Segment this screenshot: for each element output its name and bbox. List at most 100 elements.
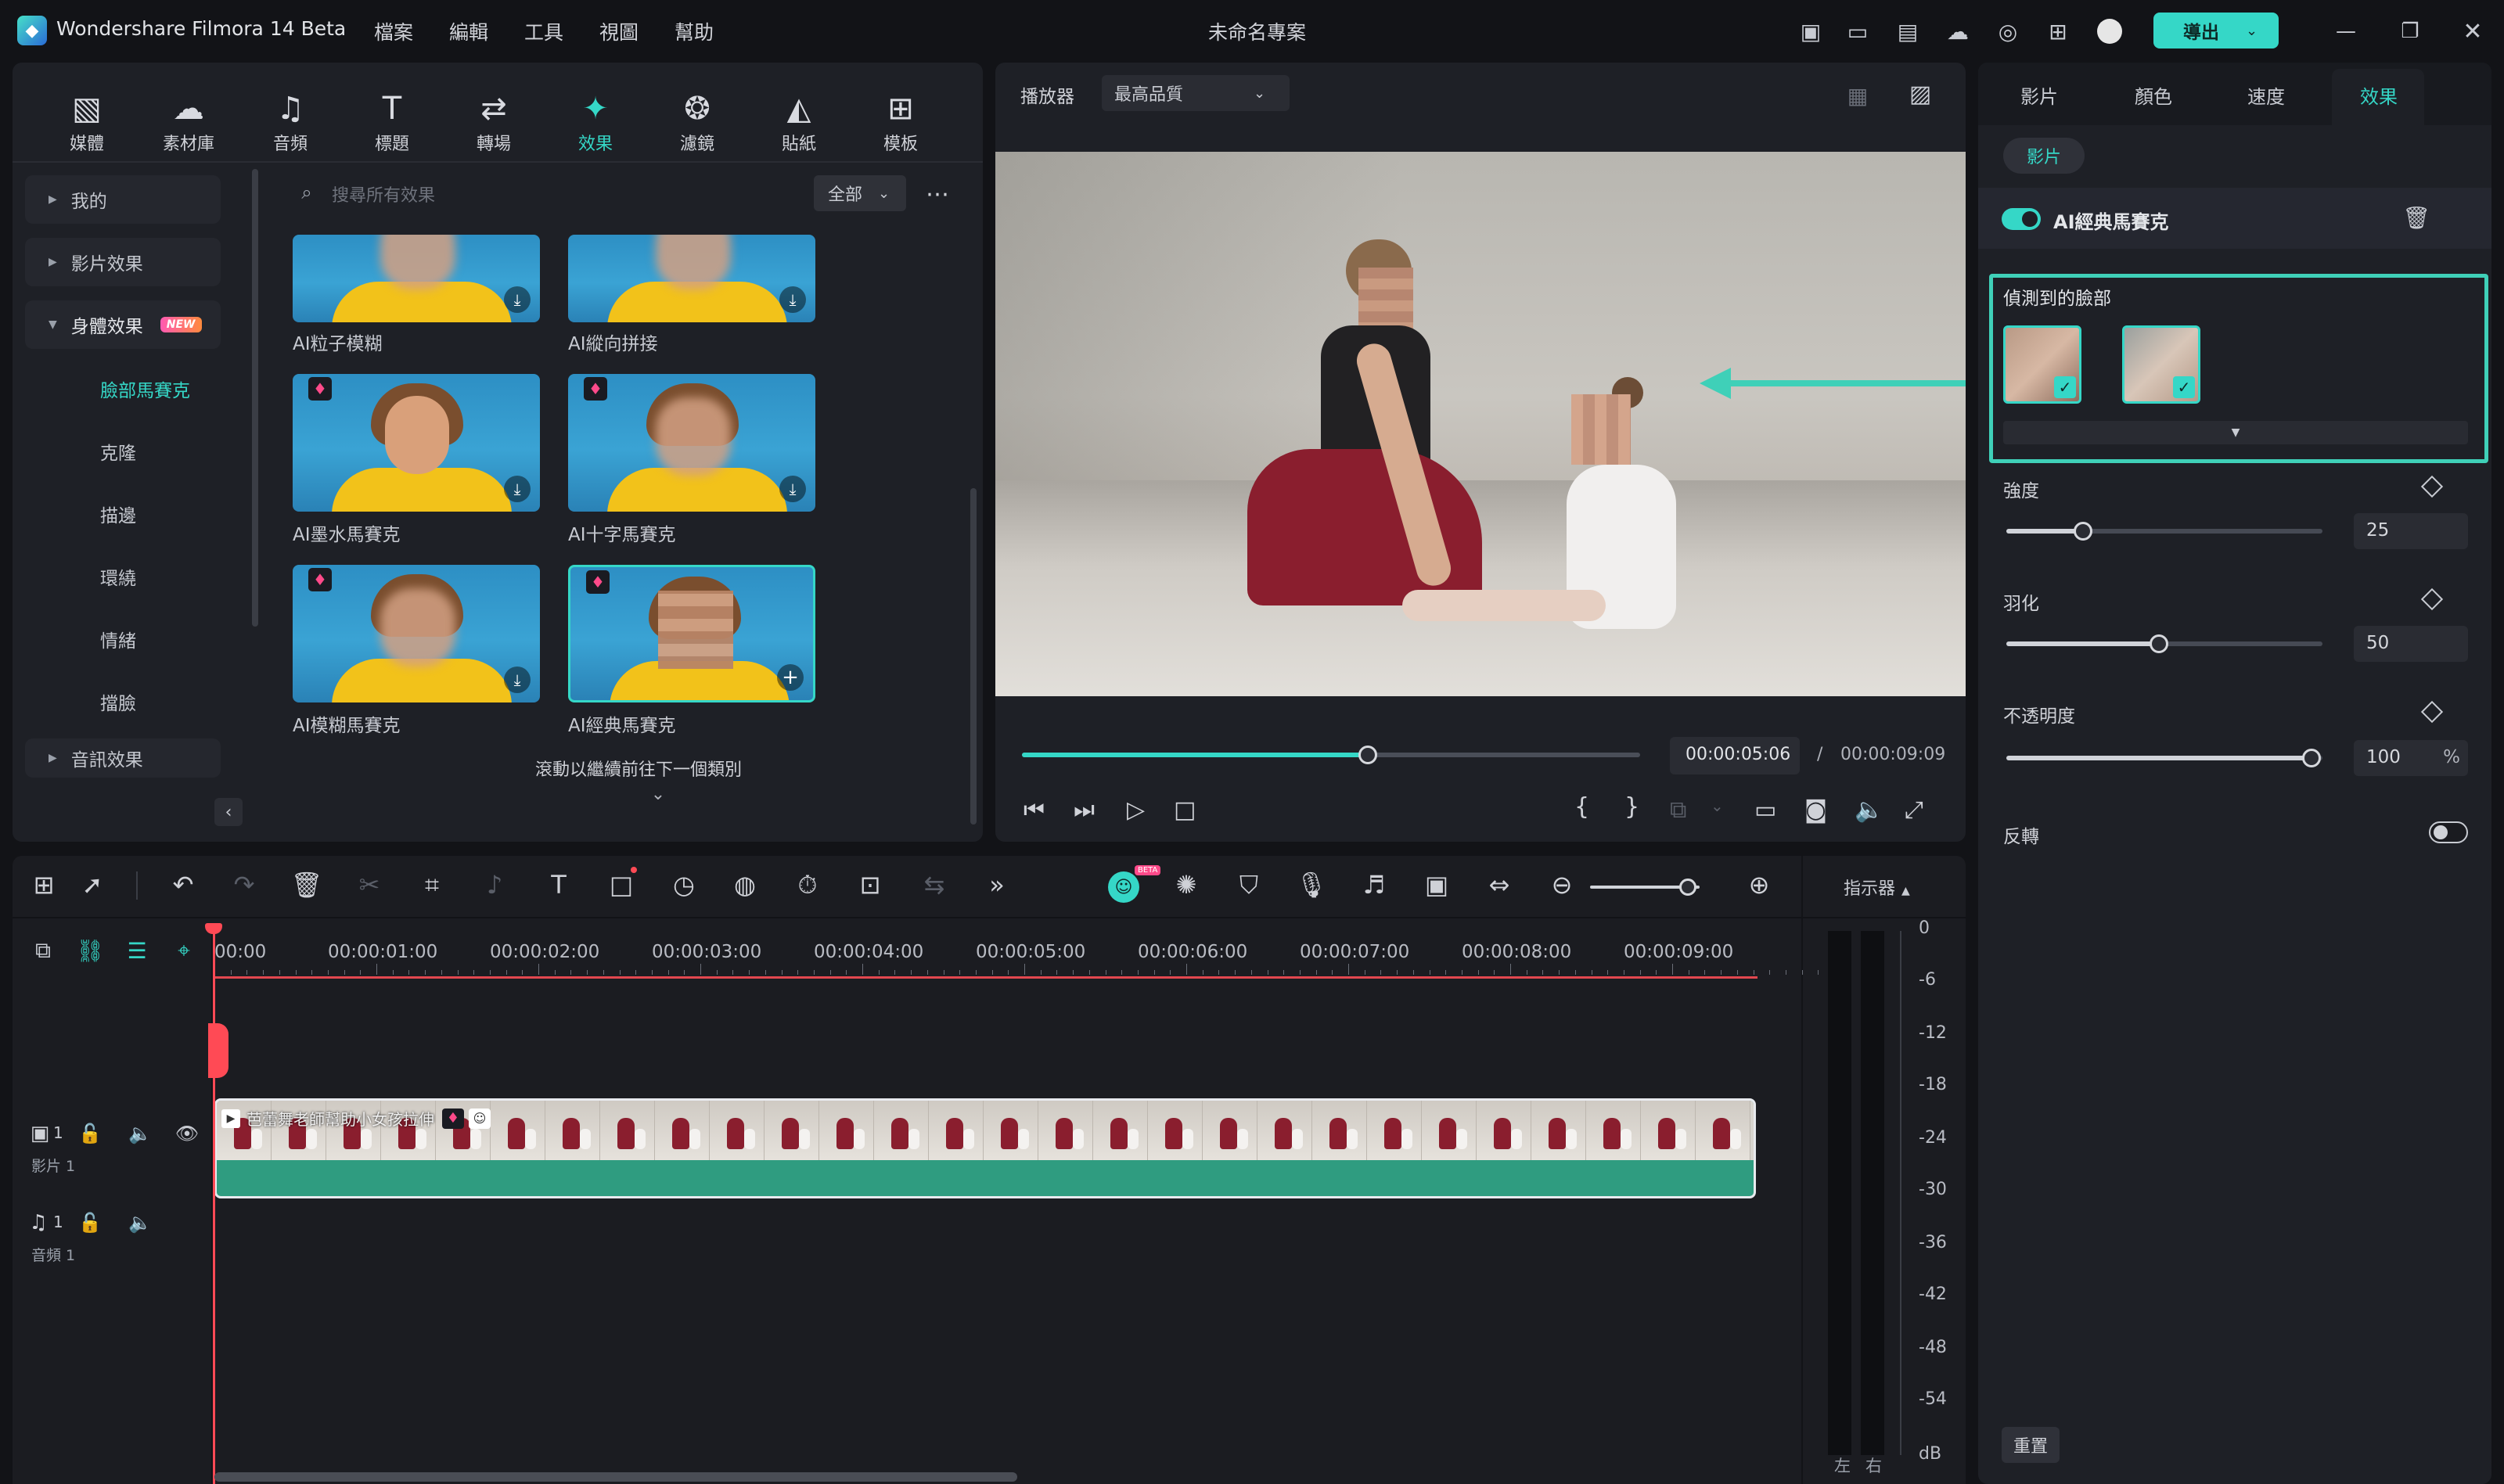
filter-dropdown[interactable]: 全部 ⌄ bbox=[814, 175, 906, 211]
mute-icon[interactable]: 🔈 bbox=[127, 1209, 153, 1236]
tool-audio[interactable]: ♫ 音頻 bbox=[247, 88, 333, 155]
insert-icon[interactable]: ⧉ bbox=[1670, 796, 1686, 824]
effect-toggle[interactable] bbox=[2002, 208, 2041, 230]
tool-media[interactable]: ▧ 媒體 bbox=[44, 88, 130, 155]
track-manager-icon[interactable]: ☰ bbox=[122, 936, 152, 965]
sidebar-item-mine[interactable]: ▶ 我的 bbox=[25, 175, 221, 224]
tool-sticker[interactable]: ◭ 貼紙 bbox=[756, 88, 842, 155]
grid-view-icon[interactable]: ▦ bbox=[1842, 80, 1873, 111]
chevron-double-down-icon[interactable]: ⌄ bbox=[646, 782, 670, 806]
tab-color[interactable]: 顏色 bbox=[2135, 81, 2172, 109]
shape-icon[interactable]: □ bbox=[604, 870, 639, 900]
media-task-icon[interactable]: ▣ bbox=[1797, 17, 1825, 45]
prev-frame-icon[interactable]: ⏮ bbox=[1024, 796, 1045, 824]
save-icon[interactable]: ▤ bbox=[1894, 17, 1922, 45]
timer-icon[interactable]: ⏱ bbox=[790, 870, 825, 900]
effects-scrollbar[interactable] bbox=[970, 488, 977, 825]
timeline-scrollbar[interactable] bbox=[214, 1472, 1017, 1482]
export-button[interactable]: 導出 ⌄ bbox=[2153, 13, 2279, 49]
fullscreen-icon[interactable]: ⤢ bbox=[1905, 796, 1923, 824]
replace-icon[interactable]: ⇔ bbox=[1482, 870, 1516, 900]
menu-help[interactable]: 幫助 bbox=[675, 17, 714, 45]
download-icon[interactable]: ⤓ bbox=[779, 286, 806, 313]
restore-icon[interactable]: ❐ bbox=[2396, 17, 2424, 45]
sidebar-subitem-face-mosaic[interactable]: 臉部馬賽克 bbox=[100, 375, 190, 402]
reset-button[interactable]: 重置 bbox=[2002, 1427, 2060, 1463]
text-icon[interactable]: T bbox=[541, 870, 576, 900]
indicator-dropdown[interactable]: 指示器 ▲ bbox=[1844, 875, 1910, 900]
sidebar-subitem-face-block[interactable]: 擋臉 bbox=[100, 688, 136, 715]
opacity-slider-handle[interactable] bbox=[2302, 749, 2321, 767]
tool-stock-library[interactable]: ☁ 素材庫 bbox=[146, 88, 232, 155]
sidebar-subitem-surround[interactable]: 環繞 bbox=[100, 563, 136, 590]
snapshot-icon[interactable]: ▣ bbox=[1419, 870, 1454, 900]
sidebar-item-video-effects[interactable]: ▶ 影片效果 bbox=[25, 238, 221, 286]
color-palette-icon[interactable]: ◍ bbox=[728, 870, 762, 900]
tab-effects[interactable]: 效果 bbox=[2360, 81, 2398, 109]
menu-edit[interactable]: 編輯 bbox=[449, 17, 488, 45]
mute-icon[interactable]: 🔈 bbox=[127, 1120, 153, 1147]
tool-effects[interactable]: ✦ 效果 bbox=[552, 88, 639, 155]
auto-reframe-icon[interactable]: ⊡ bbox=[853, 870, 887, 900]
translate-icon[interactable]: ⇆ bbox=[917, 870, 952, 900]
face-thumbnail-1[interactable]: ✓ bbox=[2003, 325, 2081, 404]
search-input[interactable]: 搜尋所有效果 bbox=[332, 181, 786, 207]
effect-card-ai-cross-mosaic[interactable]: ♦ ⤓ bbox=[568, 374, 815, 512]
collapse-sidebar-button[interactable]: ‹ bbox=[214, 798, 243, 826]
invert-toggle[interactable] bbox=[2429, 821, 2468, 843]
expand-faces-button[interactable]: ▼ bbox=[2003, 421, 2468, 444]
ai-copilot-icon[interactable]: ☺ bbox=[1108, 871, 1139, 903]
more-options-icon[interactable]: ⋯ bbox=[920, 177, 955, 211]
add-icon[interactable]: + bbox=[777, 664, 804, 691]
effect-card-ai-particle-blur[interactable]: ⤓ bbox=[293, 235, 540, 322]
sidebar-item-body-effects[interactable]: ▼ 身體效果 NEW bbox=[25, 300, 221, 349]
sidebar-subitem-outline[interactable]: 描邊 bbox=[100, 501, 136, 527]
download-icon[interactable]: ⤓ bbox=[504, 476, 531, 502]
layout-grid-icon[interactable]: ⊞ bbox=[27, 870, 61, 900]
feather-slider-handle[interactable] bbox=[2150, 634, 2168, 653]
download-icon[interactable]: ⤓ bbox=[504, 667, 531, 693]
play-icon[interactable]: ▷ bbox=[1127, 796, 1145, 824]
link-icon[interactable]: ⛓ bbox=[75, 936, 105, 965]
tool-template[interactable]: ⊞ 模板 bbox=[858, 88, 944, 155]
tab-speed[interactable]: 速度 bbox=[2247, 81, 2285, 109]
effect-card-ai-blur-mosaic[interactable]: ♦ ⤓ bbox=[293, 565, 540, 702]
smart-render-icon[interactable]: ✺ bbox=[1169, 870, 1203, 900]
tool-title[interactable]: T 標題 bbox=[349, 88, 435, 155]
playhead-marker[interactable] bbox=[208, 1023, 228, 1078]
lock-icon[interactable]: 🔓 bbox=[77, 1209, 103, 1236]
tab-video[interactable]: 影片 bbox=[2020, 81, 2058, 109]
next-frame-icon[interactable]: ⏭ bbox=[1074, 796, 1095, 824]
menu-file[interactable]: 檔案 bbox=[374, 17, 413, 45]
download-icon[interactable]: ⤓ bbox=[779, 476, 806, 502]
close-icon[interactable]: ✕ bbox=[2459, 17, 2487, 45]
snapshot-view-icon[interactable]: ▨ bbox=[1905, 78, 1936, 110]
select-cursor-icon[interactable]: ➚ bbox=[75, 870, 110, 900]
stop-icon[interactable]: □ bbox=[1174, 796, 1196, 824]
audio-mix-icon[interactable]: ♬ bbox=[1357, 870, 1391, 900]
sidebar-item-audio-effects[interactable]: ▶ 音訊效果 bbox=[25, 738, 221, 778]
lock-icon[interactable]: 🔓 bbox=[77, 1120, 103, 1147]
sidebar-scrollbar[interactable] bbox=[252, 169, 258, 627]
camera-icon[interactable]: ◙ bbox=[1804, 796, 1827, 824]
mark-out-icon[interactable]: } bbox=[1624, 793, 1639, 821]
opacity-input[interactable]: 100% bbox=[2354, 740, 2468, 776]
layout-icon[interactable]: ▭ bbox=[1844, 17, 1872, 45]
speed-icon[interactable]: ◷ bbox=[667, 870, 701, 900]
cloud-upload-icon[interactable]: ☁ bbox=[1944, 17, 1972, 45]
sidebar-subitem-clone[interactable]: 克隆 bbox=[100, 438, 136, 465]
split-icon[interactable]: ✂ bbox=[352, 870, 387, 900]
chevron-down-icon[interactable]: ⌄ bbox=[1711, 796, 1724, 815]
support-icon[interactable]: ◎ bbox=[1994, 17, 2022, 45]
avatar[interactable] bbox=[2097, 19, 2122, 44]
volume-icon[interactable]: 🔈 bbox=[1855, 796, 1883, 824]
tool-transition[interactable]: ⇄ 轉場 bbox=[451, 88, 537, 155]
zoom-in-icon[interactable]: ⊕ bbox=[1742, 870, 1776, 900]
strength-input[interactable]: 25 bbox=[2354, 513, 2468, 549]
redo-icon[interactable]: ↷ bbox=[227, 870, 261, 900]
mark-in-icon[interactable]: { bbox=[1574, 793, 1589, 821]
snap-icon[interactable]: ⌖ bbox=[169, 936, 199, 965]
crop-icon[interactable]: ⌗ bbox=[415, 870, 449, 900]
audio-detach-icon[interactable]: ♪ bbox=[477, 870, 512, 900]
undo-icon[interactable]: ↶ bbox=[166, 870, 200, 900]
